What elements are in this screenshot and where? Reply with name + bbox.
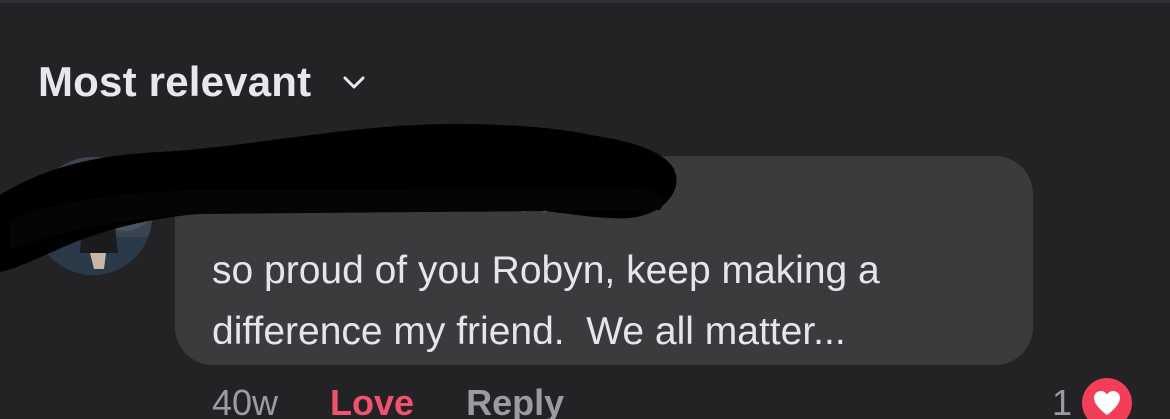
comment-actions: 40w Love Reply [212, 382, 564, 419]
sort-dropdown[interactable]: Most relevant [38, 58, 367, 106]
reaction-count: 1 [1052, 382, 1073, 419]
sort-label: Most relevant [38, 58, 312, 105]
comment-text: so proud of you Robyn, keep making a dif… [212, 249, 880, 353]
comment-timestamp[interactable]: 40w [212, 382, 278, 419]
reply-button[interactable]: Reply [466, 382, 564, 419]
top-divider [0, 0, 1170, 3]
reaction-summary[interactable]: 1 [1052, 378, 1133, 419]
comment-author[interactable]: Heather Huston Scott [212, 178, 580, 220]
heart-icon [1082, 378, 1133, 419]
chevron-down-icon [341, 69, 367, 95]
love-button[interactable]: Love [330, 382, 414, 419]
avatar[interactable] [34, 157, 152, 275]
